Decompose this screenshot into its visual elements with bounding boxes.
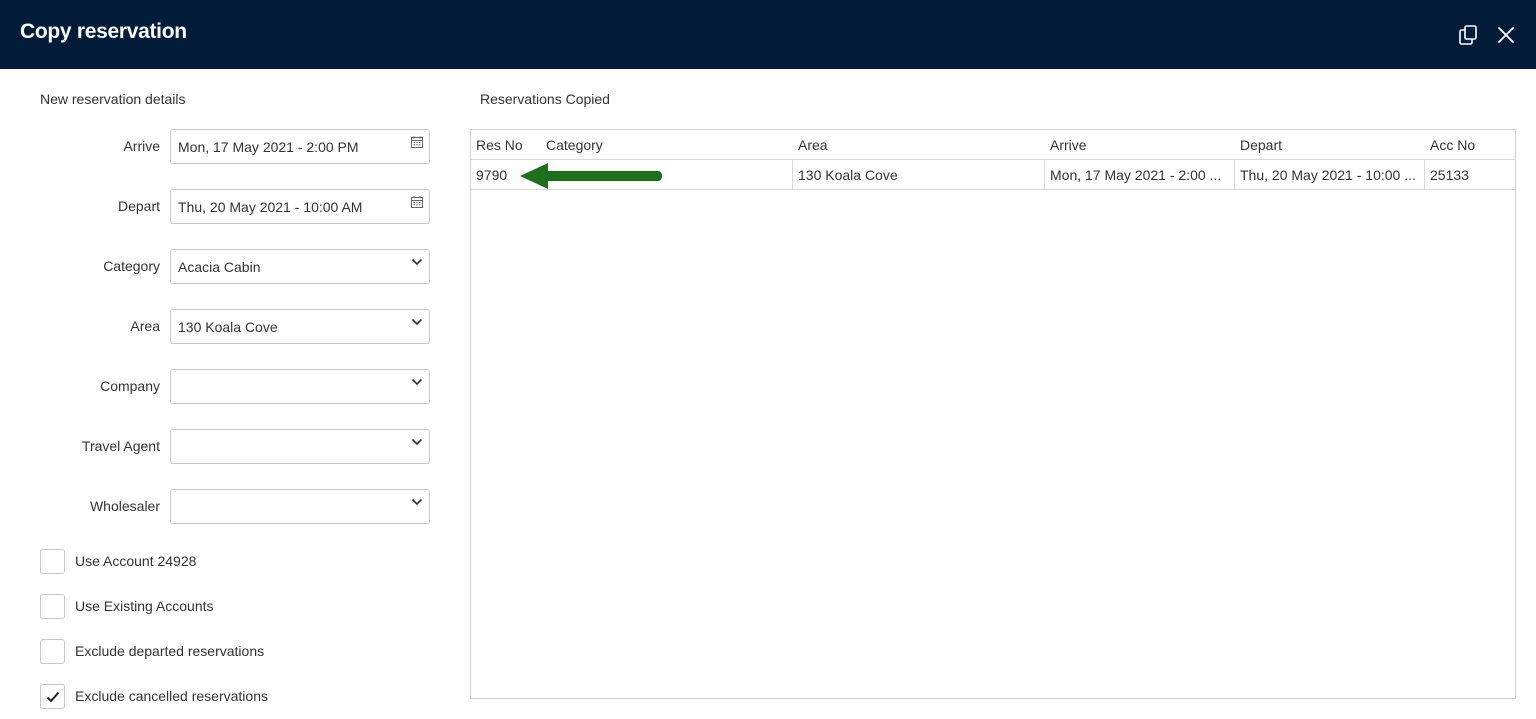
cell-arrive: Mon, 17 May 2021 - 2:00 ... xyxy=(1050,167,1222,183)
cell-res-no: 9790 xyxy=(476,167,508,183)
depart-datetime-field[interactable]: Thu, 20 May 2021 - 10:00 AM xyxy=(170,189,430,224)
category-value: Acacia Cabin xyxy=(178,259,261,275)
use-account-checkbox[interactable] xyxy=(40,549,65,574)
popout-icon xyxy=(1459,25,1477,45)
category-label: Category xyxy=(103,258,160,274)
chevron-down-icon xyxy=(410,255,424,269)
company-row: Company xyxy=(0,369,440,405)
use-existing-accounts-label: Use Existing Accounts xyxy=(75,598,214,614)
arrive-row: Arrive Mon, 17 May 2021 - 2:00 PM xyxy=(0,129,440,165)
depart-row: Depart Thu, 20 May 2021 - 10:00 AM xyxy=(0,189,440,225)
calendar-icon[interactable] xyxy=(410,195,424,209)
table-row[interactable]: 9790 130 Koala Cove Mon, 17 May 2021 - 2… xyxy=(471,160,1515,190)
company-select[interactable] xyxy=(170,369,430,404)
exclude-departed-label: Exclude departed reservations xyxy=(75,643,265,659)
column-header-acc-no[interactable]: Acc No xyxy=(1430,137,1475,153)
chevron-down-icon xyxy=(410,315,424,329)
wholesaler-label: Wholesaler xyxy=(89,498,160,514)
column-header-area[interactable]: Area xyxy=(798,137,828,153)
column-divider xyxy=(1424,160,1425,189)
chevron-down-icon xyxy=(410,375,424,389)
exclude-cancelled-label: Exclude cancelled reservations xyxy=(75,688,268,704)
company-label: Company xyxy=(100,378,160,394)
calendar-icon[interactable] xyxy=(410,135,424,149)
use-account-checkbox-row: Use Account 24928 xyxy=(40,549,440,574)
close-icon xyxy=(1498,27,1514,43)
cell-category xyxy=(546,160,786,189)
popout-button[interactable] xyxy=(1457,24,1479,46)
travel-agent-label: Travel Agent xyxy=(81,438,160,454)
new-reservation-details-title: New reservation details xyxy=(40,91,186,107)
depart-label: Depart xyxy=(117,198,160,214)
exclude-departed-checkbox[interactable] xyxy=(40,639,65,664)
area-value: 130 Koala Cove xyxy=(178,319,278,335)
area-label: Area xyxy=(130,318,160,334)
exclude-cancelled-checkbox-row: Exclude cancelled reservations xyxy=(40,684,440,709)
arrive-value: Mon, 17 May 2021 - 2:00 PM xyxy=(178,139,359,155)
column-divider xyxy=(1234,160,1235,189)
wholesaler-row: Wholesaler xyxy=(0,489,440,525)
arrive-label: Arrive xyxy=(123,138,160,154)
wholesaler-select[interactable] xyxy=(170,489,430,524)
column-header-res-no[interactable]: Res No xyxy=(476,137,523,153)
exclude-cancelled-checkbox[interactable] xyxy=(40,684,65,709)
depart-value: Thu, 20 May 2021 - 10:00 AM xyxy=(178,199,363,215)
arrive-datetime-field[interactable]: Mon, 17 May 2021 - 2:00 PM xyxy=(170,129,430,164)
travel-agent-row: Travel Agent xyxy=(0,429,440,465)
cell-area: 130 Koala Cove xyxy=(798,167,898,183)
category-select[interactable]: Acacia Cabin xyxy=(170,249,430,284)
column-header-category[interactable]: Category xyxy=(546,137,603,153)
area-select[interactable]: 130 Koala Cove xyxy=(170,309,430,344)
chevron-down-icon xyxy=(410,435,424,449)
grid-header-row: Res No Category Area Arrive Depart Acc N… xyxy=(471,130,1515,160)
close-button[interactable] xyxy=(1495,24,1517,46)
category-row: Category Acacia Cabin xyxy=(0,249,440,285)
use-existing-accounts-checkbox[interactable] xyxy=(40,594,65,619)
dialog-header: Copy reservation xyxy=(0,0,1536,69)
column-header-arrive[interactable]: Arrive xyxy=(1050,137,1087,153)
chevron-down-icon xyxy=(410,495,424,509)
dialog-title: Copy reservation xyxy=(20,20,187,43)
use-existing-accounts-checkbox-row: Use Existing Accounts xyxy=(40,594,440,619)
reservations-copied-title: Reservations Copied xyxy=(480,91,610,107)
reservations-copied-grid: Res No Category Area Arrive Depart Acc N… xyxy=(470,129,1516,699)
cell-acc-no: 25133 xyxy=(1430,167,1469,183)
use-account-label: Use Account 24928 xyxy=(75,553,197,569)
checkmark-icon xyxy=(46,691,60,703)
column-divider xyxy=(792,160,793,189)
exclude-departed-checkbox-row: Exclude departed reservations xyxy=(40,639,440,664)
column-divider xyxy=(1044,160,1045,189)
column-header-depart[interactable]: Depart xyxy=(1240,137,1282,153)
travel-agent-select[interactable] xyxy=(170,429,430,464)
cell-depart: Thu, 20 May 2021 - 10:00 ... xyxy=(1240,167,1416,183)
area-row: Area 130 Koala Cove xyxy=(0,309,440,345)
